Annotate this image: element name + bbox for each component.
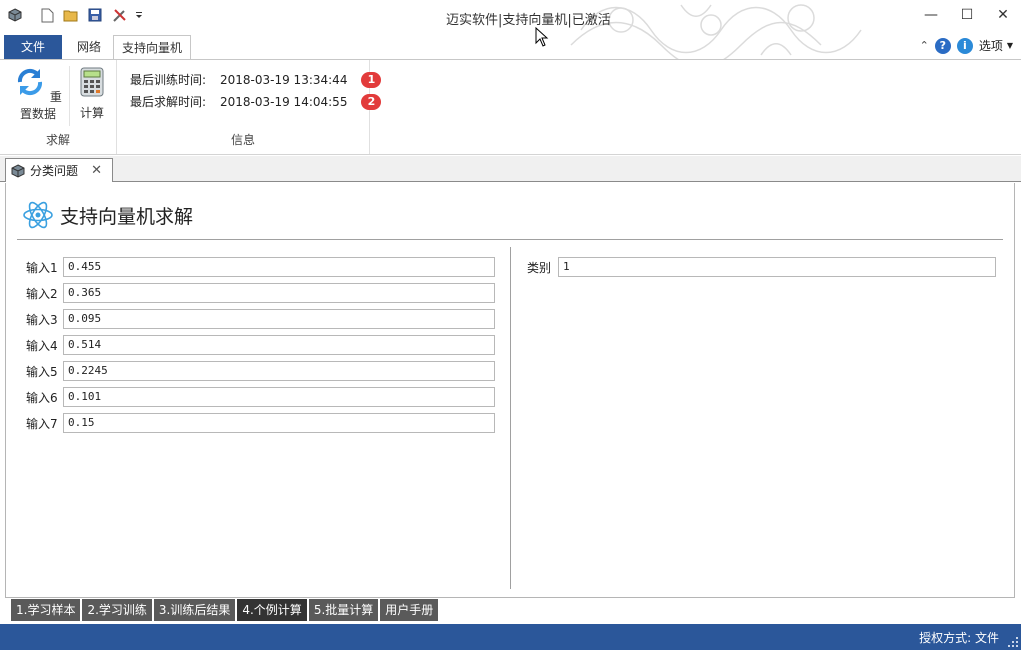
input-row-5: 输入5 0.2245 <box>26 361 495 381</box>
refresh-icon <box>18 68 43 96</box>
input-4-field[interactable]: 0.514 <box>63 335 495 355</box>
app-cube-icon <box>6 6 24 24</box>
tab-file[interactable]: 文件 <box>4 35 62 59</box>
tab-svm[interactable]: 支持向量机 <box>113 35 191 60</box>
atom-icon <box>23 201 53 229</box>
tab-network[interactable]: 网络 <box>66 35 112 59</box>
tab-user-manual[interactable]: 用户手册 <box>380 599 439 621</box>
cube-icon <box>11 163 25 178</box>
calculator-icon <box>80 67 104 97</box>
quick-access-toolbar <box>6 6 144 24</box>
info-icon[interactable]: i <box>956 37 973 54</box>
panel-title: 支持向量机求解 <box>60 205 194 228</box>
new-file-icon[interactable] <box>38 6 56 24</box>
divider <box>17 239 1003 240</box>
options-label: 选项 <box>978 39 1003 53</box>
input-7-field[interactable]: 0.15 <box>63 413 495 433</box>
output-row-class: 类别 1 <box>527 257 996 277</box>
tab-single-case-compute[interactable]: 4.个例计算 <box>237 599 307 621</box>
open-folder-icon[interactable] <box>62 6 80 24</box>
input-6-field[interactable]: 0.101 <box>63 387 495 407</box>
maximize-button[interactable]: ☐ <box>949 0 985 30</box>
last-train-time-label: 最后训练时间: <box>130 73 207 87</box>
last-solve-time-row: 最后求解时间: 2018-03-19 14:04:55 2 <box>130 93 382 110</box>
input-row-4: 输入4 0.514 <box>26 335 495 355</box>
window-controls: — ☐ ✕ <box>913 0 1021 30</box>
title-bar: 迈实软件|支持向量机|已激活 — ☐ ✕ <box>0 0 1021 60</box>
close-button[interactable]: ✕ <box>985 0 1021 30</box>
resize-grip-icon[interactable] <box>1008 637 1018 647</box>
ribbon-panel: 重置数据 计算 求解 信息 最后训练时间: 2018-03-19 13:34:4… <box>0 59 1021 155</box>
class-field[interactable]: 1 <box>558 257 996 277</box>
input-row-2: 输入2 0.365 <box>26 283 495 303</box>
window-title: 迈实软件|支持向量机|已激活 <box>446 13 611 28</box>
input-5-label: 输入5 <box>26 364 58 379</box>
input-row-3: 输入3 0.095 <box>26 309 495 329</box>
doc-tab-classification[interactable]: 分类问题 ✕ <box>5 158 113 182</box>
help-icon[interactable]: ? <box>934 37 951 54</box>
tools-icon[interactable] <box>110 6 128 24</box>
input-3-field[interactable]: 0.095 <box>63 309 495 329</box>
tab-learning-samples[interactable]: 1.学习样本 <box>11 599 81 621</box>
input-row-6: 输入6 0.101 <box>26 387 495 407</box>
tab-training-results[interactable]: 3.训练后结果 <box>153 599 236 621</box>
last-train-time-value: 2018-03-19 13:34:44 <box>220 72 348 87</box>
group-solve-label: 求解 <box>45 133 70 147</box>
badge-2: 2 <box>361 93 382 110</box>
class-label: 类别 <box>527 260 552 275</box>
panel-heading: 支持向量机求解 <box>22 199 193 231</box>
input-4-label: 输入4 <box>26 338 58 353</box>
reset-data-button[interactable]: 重置数据 <box>12 66 64 122</box>
last-train-time-row: 最后训练时间: 2018-03-19 13:34:44 1 <box>130 71 382 88</box>
input-6-label: 输入6 <box>26 390 58 405</box>
minimize-button[interactable]: — <box>913 0 949 30</box>
input-5-field[interactable]: 0.2245 <box>63 361 495 381</box>
document-tab-bar: 分类问题 ✕ <box>0 156 1021 182</box>
license-status: 授权方式: 文件 <box>919 631 999 645</box>
chevron-down-icon: ▼ <box>1006 41 1013 50</box>
ribbon-right-tools: ⌃ ? i 选项 ▼ <box>920 37 1013 54</box>
ribbon-tab-bar: 文件 网络 支持向量机 <box>0 35 1021 60</box>
compute-label: 计算 <box>79 106 104 120</box>
last-solve-time-value: 2018-03-19 14:04:55 <box>220 94 348 109</box>
divider <box>69 66 70 126</box>
input-row-7: 输入7 0.15 <box>26 413 495 433</box>
input-2-field[interactable]: 0.365 <box>63 283 495 303</box>
bottom-nav-tabs: 1.学习样本 2.学习训练 3.训练后结果 4.个例计算 5.批量计算 用户手册 <box>11 599 439 621</box>
status-bar: 授权方式: 文件 <box>0 624 1021 650</box>
compute-button[interactable]: 计算 <box>75 66 109 121</box>
input-1-label: 输入1 <box>26 260 58 275</box>
input-7-label: 输入7 <box>26 416 58 431</box>
tab-batch-compute[interactable]: 5.批量计算 <box>308 599 379 621</box>
input-row-1: 输入1 0.455 <box>26 257 495 277</box>
save-icon[interactable] <box>86 6 104 24</box>
tab-learning-training[interactable]: 2.学习训练 <box>82 599 152 621</box>
badge-1: 1 <box>361 71 382 88</box>
input-2-label: 输入2 <box>26 286 58 301</box>
vertical-divider <box>510 247 511 589</box>
customize-dropdown-icon[interactable] <box>134 6 144 24</box>
input-3-label: 输入3 <box>26 312 58 327</box>
close-tab-icon[interactable]: ✕ <box>91 163 102 178</box>
main-content: 支持向量机求解 输入1 0.455 输入2 0.365 输入3 0.095 输入… <box>5 183 1015 598</box>
last-solve-time-label: 最后求解时间: <box>130 95 207 109</box>
doc-tab-label: 分类问题 <box>30 164 79 178</box>
options-menu[interactable]: 选项 ▼ <box>979 37 1013 54</box>
group-solve: 重置数据 计算 求解 <box>0 60 117 154</box>
input-1-field[interactable]: 0.455 <box>63 257 495 277</box>
collapse-ribbon-icon[interactable]: ⌃ <box>920 39 929 52</box>
group-info-label: 信息 <box>230 133 255 147</box>
